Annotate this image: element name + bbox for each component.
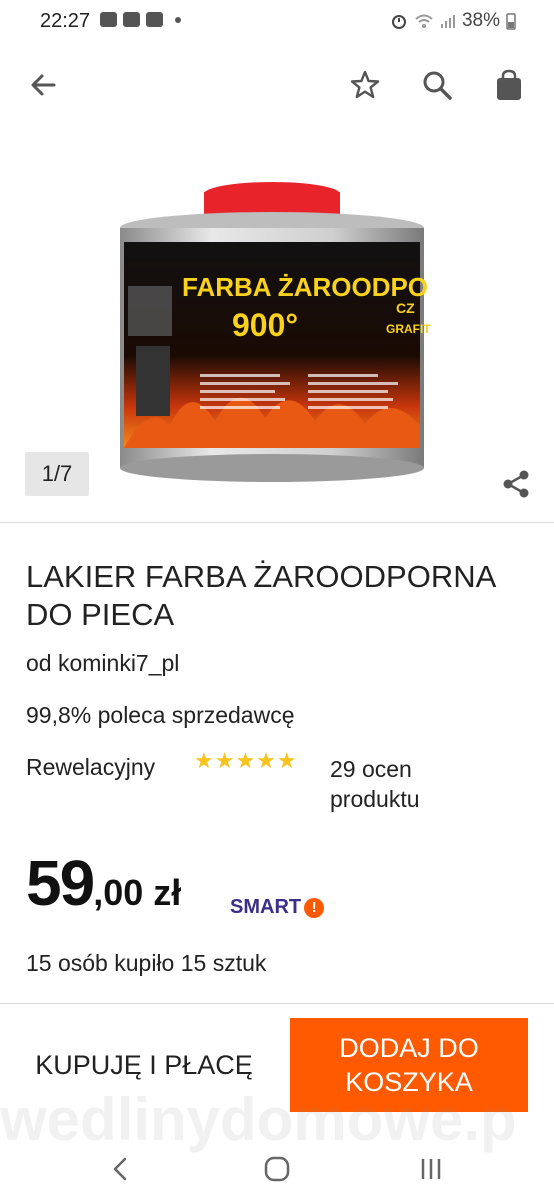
product-image[interactable]: FARBA ŻAROODPO 900° CZ GRAFIT	[100, 176, 450, 506]
price-integer: 59	[26, 847, 95, 919]
search-icon[interactable]	[420, 68, 454, 102]
app-icon	[146, 12, 163, 27]
rating-count-link[interactable]: 29 ocen produktu	[330, 754, 490, 814]
image-counter: 1/7	[25, 452, 89, 496]
signal-icon	[440, 15, 455, 28]
smart-badge[interactable]: SMART !	[230, 896, 325, 919]
smart-label: SMART	[230, 896, 302, 918]
divider	[0, 522, 554, 523]
status-time: 22:27	[40, 10, 91, 32]
nav-recents-icon[interactable]	[414, 1152, 448, 1186]
status-bar: 22:27 38%	[0, 0, 554, 44]
product-gallery[interactable]: FARBA ŻAROODPO 900° CZ GRAFIT 1/7	[0, 126, 554, 521]
seller-recommendation: 99,8% poleca sprzedawcę	[26, 702, 295, 728]
battery-icon	[506, 13, 516, 30]
star-icon[interactable]	[348, 68, 382, 102]
back-arrow-icon[interactable]	[26, 68, 60, 102]
price-decimal: ,00	[93, 872, 144, 913]
shopping-bag-icon[interactable]	[492, 68, 526, 102]
wifi-icon	[415, 14, 433, 28]
label-temp-text: 900°	[232, 307, 298, 343]
product-title: LAKIER FARBA ŻAROODPORNA DO PIECA	[26, 559, 495, 632]
bought-count: 15 osób kupiło 15 sztuk	[26, 950, 267, 976]
label-side2-text: GRAFIT	[386, 322, 431, 336]
divider	[0, 1003, 554, 1004]
system-nav-bar	[0, 1136, 554, 1200]
label-main-text: FARBA ŻAROODPO	[182, 272, 428, 302]
smart-info-icon: !	[304, 897, 325, 918]
price-currency: zł	[153, 872, 182, 913]
nav-back-icon[interactable]	[104, 1152, 138, 1186]
seller-link[interactable]: od kominki7_pl	[26, 650, 179, 677]
nav-home-icon[interactable]	[260, 1152, 294, 1186]
youtube-icon	[100, 12, 117, 27]
label-side-text: CZ	[396, 300, 415, 316]
system-icons: 38%	[390, 10, 516, 32]
rating-word: Rewelacyjny	[26, 754, 156, 780]
app-icon	[123, 12, 140, 27]
alarm-icon	[391, 15, 406, 29]
dot-icon	[175, 17, 181, 23]
rating-stars: ★★★★★	[194, 748, 298, 773]
price: 59 ,00 zł	[26, 846, 181, 920]
share-icon[interactable]	[500, 468, 532, 500]
notification-icons	[100, 12, 181, 27]
top-toolbar	[0, 54, 554, 116]
battery-percent: 38%	[461, 10, 500, 31]
